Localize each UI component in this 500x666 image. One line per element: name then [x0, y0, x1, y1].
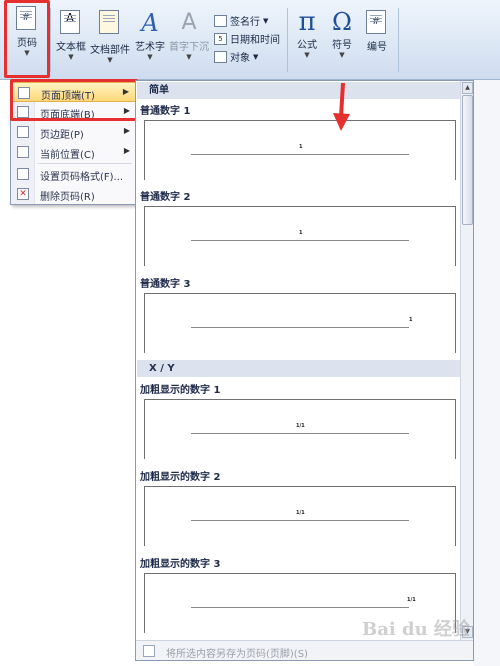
remove-page-number-icon: ✕	[17, 188, 29, 200]
menu-item-label: 页边距(P)	[40, 130, 84, 141]
drop-cap-button[interactable]: A 首字下沉 ▼	[168, 10, 210, 62]
gallery-section-header: X / Y	[137, 360, 461, 377]
save-selection-label: 将所选内容另存为页码(页脚)(S)	[166, 649, 308, 660]
calendar-icon: 5	[214, 32, 227, 45]
drop-cap-label: 首字下沉	[169, 42, 209, 53]
signature-line-label: 签名行	[230, 17, 260, 28]
date-time-button[interactable]: 5 日期和时间	[214, 31, 280, 46]
gallery-scrollbar[interactable]: ▲ ▼	[460, 81, 473, 660]
wordart-icon: A	[141, 9, 159, 37]
signature-line-button[interactable]: 签名行 ▼	[214, 13, 268, 28]
watermark: Bai du 经验	[362, 619, 470, 640]
ribbon: # 页码 ▼ A 文本框 ▼ 文档部件 ▼ A 艺术字 ▼ A 首字下沉 ▼ 签…	[0, 0, 500, 80]
gallery-item-title: 普通数字 3	[140, 279, 191, 290]
equation-label: 公式	[297, 40, 317, 51]
group-divider	[50, 8, 51, 72]
red-arrow-annotation	[333, 83, 350, 131]
chevron-down-icon: ▼	[147, 53, 153, 61]
text-box-label: 文本框	[56, 42, 86, 53]
pi-icon: π	[298, 7, 316, 37]
gallery-item-plain-number-1[interactable]: 1	[144, 120, 456, 180]
chevron-down-icon: ▼	[263, 16, 269, 25]
gallery-item-title: 普通数字 2	[140, 192, 191, 203]
text-box-button[interactable]: A 文本框 ▼	[54, 10, 88, 62]
drop-cap-icon: A	[181, 10, 197, 35]
group-divider	[398, 8, 399, 72]
chevron-down-icon: ▼	[253, 52, 259, 61]
chevron-down-icon: ▼	[186, 53, 192, 61]
quick-parts-icon	[99, 10, 121, 36]
submenu-arrow-icon: ▶	[123, 146, 130, 155]
page-number-preview: 1	[299, 144, 303, 150]
page-number-preview: 1	[409, 317, 413, 323]
date-time-label: 日期和时间	[230, 35, 280, 46]
menu-item-label: 设置页码格式(F)...	[40, 172, 124, 183]
group-divider	[287, 8, 288, 72]
numbering-label: 编号	[367, 42, 387, 53]
quick-parts-label: 文档部件	[90, 45, 130, 56]
gallery-item-title: 加粗显示的数字 1	[140, 385, 221, 396]
page-number-preview: 1	[299, 230, 303, 236]
gallery-item-bold-number-1[interactable]: 1/1	[144, 399, 456, 459]
object-label: 对象	[230, 53, 250, 64]
gallery-item-plain-number-2[interactable]: 1	[144, 206, 456, 266]
numbering-button[interactable]: # 编号	[362, 10, 392, 53]
highlight-menu-items	[10, 79, 138, 121]
page-margin-icon	[17, 126, 29, 138]
header-rule	[191, 433, 409, 434]
gallery-section-header: 简单	[137, 82, 461, 99]
page-number-preview: 1/1	[296, 510, 305, 516]
object-button[interactable]: 对象 ▼	[214, 49, 258, 64]
equation-button[interactable]: π 公式 ▼	[293, 8, 321, 60]
quick-parts-button[interactable]: 文档部件 ▼	[90, 10, 130, 65]
page-number-preview: 1/1	[296, 423, 305, 429]
gallery-item-title: 加粗显示的数字 2	[140, 472, 221, 483]
wordart-label: 艺术字	[135, 42, 165, 53]
page-number-gallery: 简单 普通数字 1 1 普通数字 2 1 普通数字 3 1 X / Y 加粗显示…	[135, 80, 474, 661]
current-position-icon	[17, 146, 29, 158]
highlight-page-number-button	[4, 0, 50, 78]
menu-item-format-page-numbers[interactable]: 设置页码格式(F)...	[12, 164, 136, 184]
page-number-preview: 1/1	[407, 597, 416, 603]
omega-icon: Ω	[332, 8, 352, 36]
menu-item-page-margins[interactable]: 页边距(P) ▶	[12, 122, 136, 142]
gallery-item-title: 加粗显示的数字 3	[140, 559, 221, 570]
gallery-item-bold-number-2[interactable]: 1/1	[144, 486, 456, 546]
menu-item-current-position[interactable]: 当前位置(C) ▶	[12, 142, 136, 162]
document-background	[474, 80, 500, 666]
header-rule	[191, 327, 409, 328]
symbol-label: 符号	[332, 40, 352, 51]
chevron-down-icon: ▼	[107, 56, 113, 64]
submenu-arrow-icon: ▶	[123, 126, 130, 135]
scrollbar-thumb[interactable]	[462, 95, 473, 225]
symbol-button[interactable]: Ω 符号 ▼	[327, 8, 357, 60]
save-selection-button[interactable]: 将所选内容另存为页码(页脚)(S)	[136, 640, 473, 660]
menu-item-label: 当前位置(C)	[40, 150, 95, 161]
text-box-icon: A	[60, 10, 82, 36]
save-selection-icon	[143, 645, 155, 657]
chevron-down-icon: ▼	[304, 51, 310, 59]
header-rule	[191, 240, 409, 241]
chevron-down-icon: ▼	[339, 51, 345, 59]
numbering-icon: #	[366, 10, 388, 36]
scroll-up-icon[interactable]: ▲	[462, 82, 473, 94]
format-page-number-icon	[17, 168, 29, 180]
header-rule	[191, 520, 409, 521]
wordart-button[interactable]: A 艺术字 ▼	[133, 10, 167, 62]
menu-item-label: 删除页码(R)	[40, 192, 95, 203]
header-rule	[191, 607, 409, 608]
gallery-item-plain-number-3[interactable]: 1	[144, 293, 456, 353]
object-icon	[214, 50, 227, 63]
header-rule	[191, 154, 409, 155]
chevron-down-icon: ▼	[68, 53, 74, 61]
menu-item-remove-page-numbers[interactable]: ✕ 删除页码(R)	[12, 184, 136, 204]
gallery-item-title: 普通数字 1	[140, 106, 191, 117]
signature-line-icon	[214, 14, 227, 27]
